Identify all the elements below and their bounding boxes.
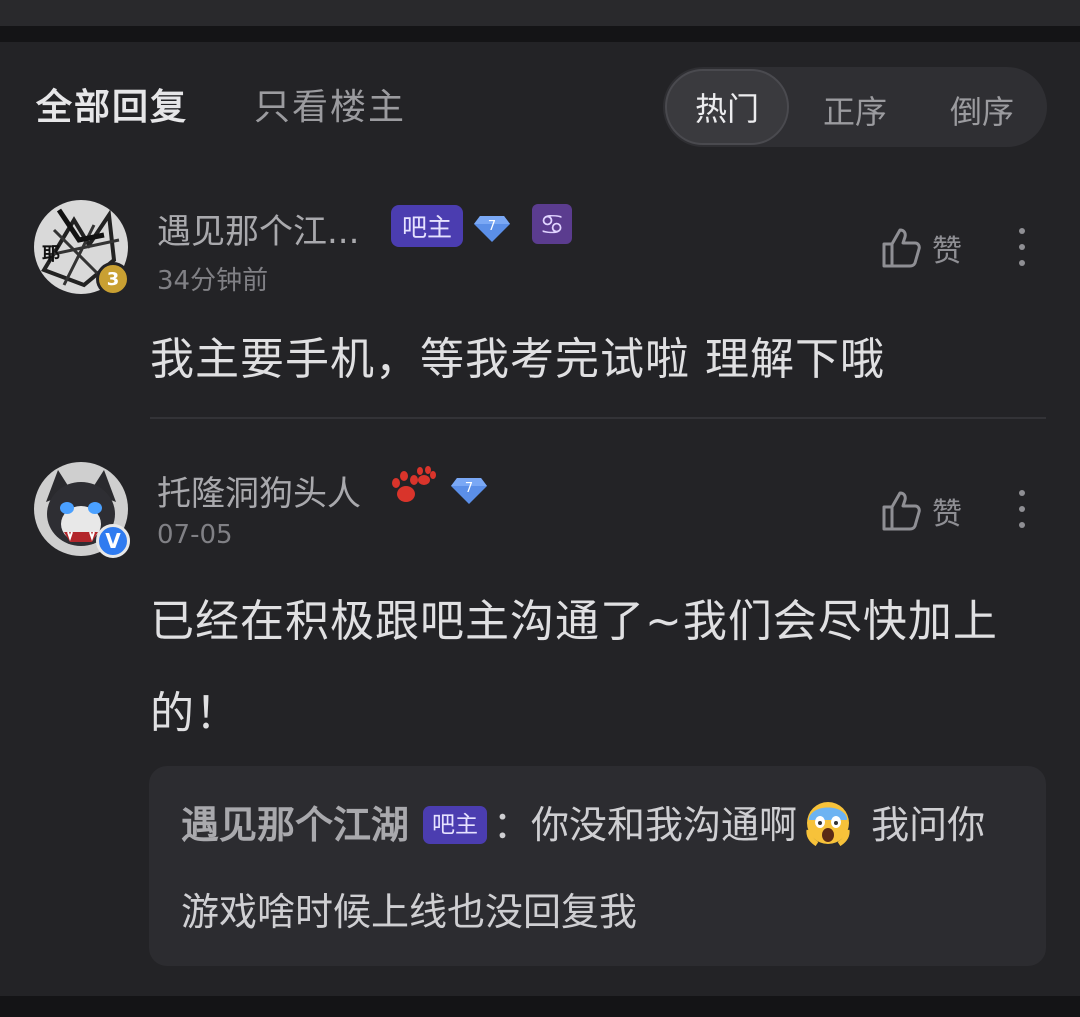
owner-badge: 吧主 — [423, 806, 488, 844]
thumbs-up-icon — [882, 228, 921, 268]
reply-time: 34分钟前 — [157, 266, 269, 296]
avatar[interactable]: V — [34, 462, 130, 558]
like-button[interactable]: 赞 — [880, 226, 962, 270]
top-band — [0, 0, 1080, 26]
reply-content: 已经在积极跟吧主沟通了~我们会尽快加上的！ — [150, 596, 998, 739]
reply-divider — [150, 417, 1046, 419]
more-options-icon[interactable] — [1016, 228, 1028, 268]
scream-emoji-icon — [806, 802, 850, 846]
gem-level-icon: 7 — [449, 468, 489, 508]
avatar[interactable]: 耶 3 — [34, 200, 130, 296]
reply-content: 我主要手机，等我考完试啦 理解下哦 — [150, 334, 885, 385]
replies-header: 全部回复 只看楼主 热门 正序 倒序 — [0, 42, 1080, 172]
sub-reply-content: 你没和我沟通啊 — [531, 803, 798, 847]
like-label: 赞 — [932, 497, 962, 532]
thumbs-up-icon — [882, 491, 921, 531]
cancer-zodiac-icon: ♋ — [532, 204, 572, 244]
sub-reply-username[interactable]: 遇见那个江湖 — [181, 803, 409, 847]
owner-badge: 吧主 — [391, 205, 464, 247]
sub-reply-box[interactable]: 遇见那个江湖 吧主 ：你没和我沟通啊 我问你游戏啥时候上线也没回复我 — [149, 766, 1046, 966]
more-options-icon[interactable] — [1016, 490, 1028, 530]
gem-level-text: 7 — [465, 481, 473, 496]
like-button[interactable]: 赞 — [880, 489, 962, 533]
tab-all-replies[interactable]: 全部回复 — [36, 78, 188, 130]
sort-desc-button[interactable]: 倒序 — [950, 87, 1014, 133]
sub-reply-text: 遇见那个江湖 吧主 ：你没和我沟通啊 我问你游戏啥时候上线也没回复我 — [181, 782, 1021, 956]
tab-op-only[interactable]: 只看楼主 — [254, 78, 406, 130]
avatar-text: 耶 — [42, 244, 60, 265]
paw-icon — [392, 466, 436, 502]
reply-username[interactable]: 遇见那个江... — [157, 204, 359, 253]
gem-level-icon: 7 — [472, 206, 512, 246]
like-label: 赞 — [932, 234, 962, 269]
level-badge: 3 — [96, 262, 130, 296]
sort-asc-button[interactable]: 正序 — [823, 87, 887, 133]
sub-reply-separator: ： — [493, 803, 532, 847]
reply-time: 07-05 — [157, 520, 233, 550]
sort-toggle: 热门 正序 倒序 — [663, 67, 1047, 147]
verified-badge: V — [96, 524, 130, 558]
bottom-divider — [0, 996, 1080, 1017]
section-divider — [0, 26, 1080, 42]
gem-level-text: 7 — [488, 219, 496, 234]
sort-hot-button[interactable]: 热门 — [665, 69, 789, 145]
reply-username[interactable]: 托隆洞狗头人 — [157, 466, 361, 515]
